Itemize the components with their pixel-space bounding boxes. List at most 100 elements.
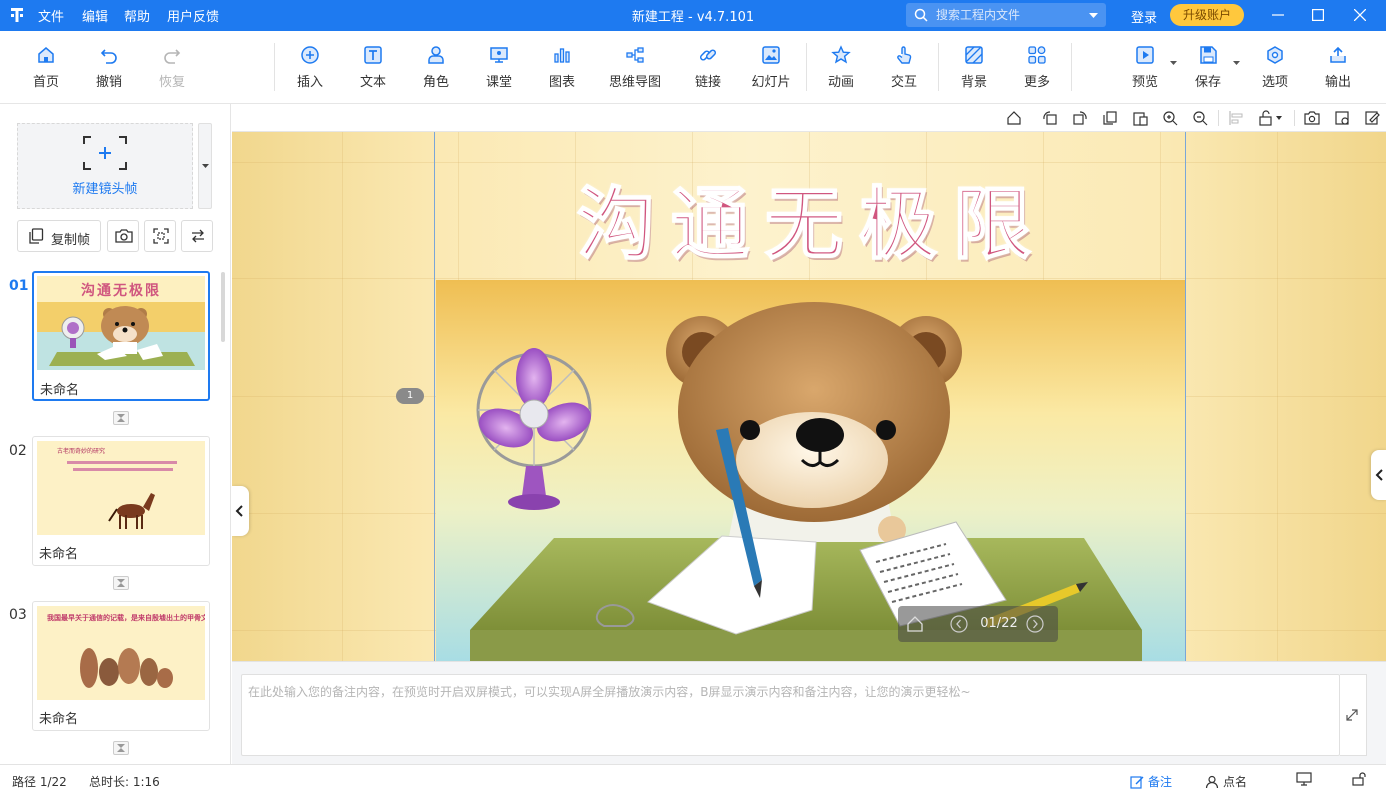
preview-button[interactable]: 预览 bbox=[1115, 45, 1177, 95]
home-view-icon[interactable] bbox=[1006, 110, 1022, 126]
options-label: 选项 bbox=[1261, 75, 1288, 90]
insert-button[interactable]: 插入 bbox=[280, 45, 340, 95]
new-frame-dropdown[interactable] bbox=[198, 123, 212, 209]
copy-frame-button[interactable]: 复制帧 bbox=[17, 220, 101, 252]
paste-icon[interactable] bbox=[1132, 110, 1148, 126]
transition-button[interactable] bbox=[113, 576, 129, 590]
upgrade-button[interactable]: 升级账户 bbox=[1170, 4, 1244, 26]
interaction-button[interactable]: 交互 bbox=[874, 45, 934, 95]
edit-icon[interactable] bbox=[1364, 110, 1380, 126]
canvas-toolbar-divider bbox=[1294, 110, 1295, 126]
slide-button[interactable]: 幻灯片 bbox=[741, 45, 801, 95]
menu-help[interactable]: 帮助 bbox=[124, 6, 150, 25]
minimize-button[interactable] bbox=[1258, 0, 1298, 31]
mindmap-button[interactable]: 思维导图 bbox=[605, 45, 665, 95]
notes-toggle[interactable]: 备注 bbox=[1130, 773, 1172, 790]
chevron-down-icon[interactable] bbox=[1170, 61, 1177, 65]
rollcall-label: 点名 bbox=[1223, 775, 1248, 789]
snapshot-button[interactable] bbox=[107, 220, 139, 252]
chart-label: 图表 bbox=[548, 75, 575, 90]
link-label: 链接 bbox=[694, 75, 721, 90]
title-bar: 文件 编辑 帮助 用户反馈 新建工程 - v4.7.101 登录 升级账户 bbox=[0, 0, 1386, 31]
frame-preview-image: 古老而奇妙的研究 bbox=[37, 441, 205, 535]
frame-name: 未命名 bbox=[39, 547, 79, 562]
align-icon[interactable] bbox=[1228, 110, 1244, 126]
background-icon bbox=[965, 46, 983, 64]
options-hexagon-icon bbox=[1267, 46, 1283, 64]
frame-thumbnail-3[interactable]: 我国最早关于通信的记载，是来自殷墟出土的甲骨文。 未命名 bbox=[32, 601, 210, 731]
frame-preview-image: 沟通无极限 bbox=[37, 276, 205, 370]
animation-button[interactable]: 动画 bbox=[811, 45, 871, 95]
menu-file[interactable]: 文件 bbox=[38, 6, 64, 25]
fit-frame-button[interactable] bbox=[144, 220, 176, 252]
notes-input[interactable] bbox=[248, 683, 1328, 749]
frame-settings-icon[interactable] bbox=[1334, 110, 1350, 126]
frame-thumbnail-2[interactable]: 古老而奇妙的研究 未命名 bbox=[32, 436, 210, 566]
menu-feedback[interactable]: 用户反馈 bbox=[167, 6, 219, 25]
save-button[interactable]: 保存 bbox=[1178, 45, 1240, 95]
frame-number-badge[interactable]: 1 bbox=[396, 388, 424, 404]
notes-expand-button[interactable] bbox=[1340, 674, 1367, 756]
hourglass-icon bbox=[117, 579, 125, 587]
rotate-right-icon[interactable] bbox=[1072, 110, 1088, 126]
export-button[interactable]: 输出 bbox=[1308, 45, 1368, 95]
new-frame-button[interactable]: 新建镜头帧 bbox=[17, 123, 193, 209]
grid-more-icon bbox=[1028, 46, 1046, 64]
redo-label: 恢复 bbox=[158, 75, 185, 90]
close-button[interactable] bbox=[1340, 0, 1380, 31]
text-button[interactable]: 文本 bbox=[343, 45, 403, 95]
rotate-left-icon[interactable] bbox=[1042, 110, 1058, 126]
editing-stage[interactable]: 沟通无极限 1 01/22 bbox=[232, 132, 1386, 661]
role-button[interactable]: 角色 bbox=[406, 45, 466, 95]
close-icon bbox=[1354, 9, 1366, 21]
zoom-out-icon[interactable] bbox=[1192, 110, 1208, 126]
rollcall-button[interactable]: 点名 bbox=[1205, 773, 1247, 790]
transition-button[interactable] bbox=[113, 741, 129, 755]
copy-icon bbox=[29, 228, 44, 244]
home-icon[interactable] bbox=[906, 615, 924, 633]
class-button[interactable]: 课堂 bbox=[469, 45, 529, 95]
swap-frame-button[interactable] bbox=[181, 220, 213, 252]
home-button[interactable]: 首页 bbox=[16, 45, 76, 95]
maximize-button[interactable] bbox=[1298, 0, 1338, 31]
transition-button[interactable] bbox=[113, 411, 129, 425]
insert-label: 插入 bbox=[296, 75, 323, 90]
interaction-label: 交互 bbox=[890, 75, 917, 90]
more-button[interactable]: 更多 bbox=[1007, 45, 1067, 95]
frame-number: 03 bbox=[9, 607, 27, 623]
lock-dropdown-icon[interactable] bbox=[1258, 110, 1284, 126]
undo-button[interactable]: 撤销 bbox=[79, 45, 139, 95]
zoom-in-icon[interactable] bbox=[1162, 110, 1178, 126]
copy-icon[interactable] bbox=[1102, 110, 1118, 126]
camera-icon[interactable] bbox=[1304, 110, 1320, 126]
previous-icon[interactable] bbox=[950, 615, 968, 633]
chart-button[interactable]: 图表 bbox=[532, 45, 592, 95]
frame-list-scrollbar[interactable] bbox=[221, 272, 225, 342]
star-icon bbox=[831, 45, 851, 64]
redo-button[interactable]: 恢复 bbox=[142, 45, 202, 95]
menu-edit[interactable]: 编辑 bbox=[82, 6, 108, 25]
copy-frame-label: 复制帧 bbox=[51, 233, 91, 248]
export-upload-icon bbox=[1330, 46, 1346, 63]
options-button[interactable]: 选项 bbox=[1245, 45, 1305, 95]
collapse-left-panel-button[interactable] bbox=[232, 486, 249, 536]
background-label: 背景 bbox=[960, 75, 987, 90]
login-link[interactable]: 登录 bbox=[1131, 7, 1157, 26]
more-label: 更多 bbox=[1023, 75, 1050, 90]
search-input[interactable] bbox=[936, 5, 1086, 25]
chevron-down-icon[interactable] bbox=[1233, 61, 1240, 65]
swap-icon bbox=[192, 229, 204, 243]
app-logo-icon bbox=[11, 8, 23, 22]
home-label: 首页 bbox=[32, 75, 59, 90]
hourglass-icon bbox=[117, 414, 125, 422]
unlock-icon[interactable] bbox=[1352, 772, 1368, 786]
background-button[interactable]: 背景 bbox=[944, 45, 1004, 95]
screen-display-icon[interactable] bbox=[1296, 772, 1312, 786]
next-icon[interactable] bbox=[1026, 615, 1044, 633]
role-label: 角色 bbox=[422, 75, 449, 90]
search-box[interactable] bbox=[906, 3, 1106, 27]
frame-thumbnail-1[interactable]: 沟通无极限 未命名 bbox=[32, 271, 210, 401]
chevron-down-icon[interactable] bbox=[1089, 13, 1098, 18]
expand-right-panel-button[interactable] bbox=[1371, 450, 1386, 500]
link-button[interactable]: 链接 bbox=[678, 45, 738, 95]
